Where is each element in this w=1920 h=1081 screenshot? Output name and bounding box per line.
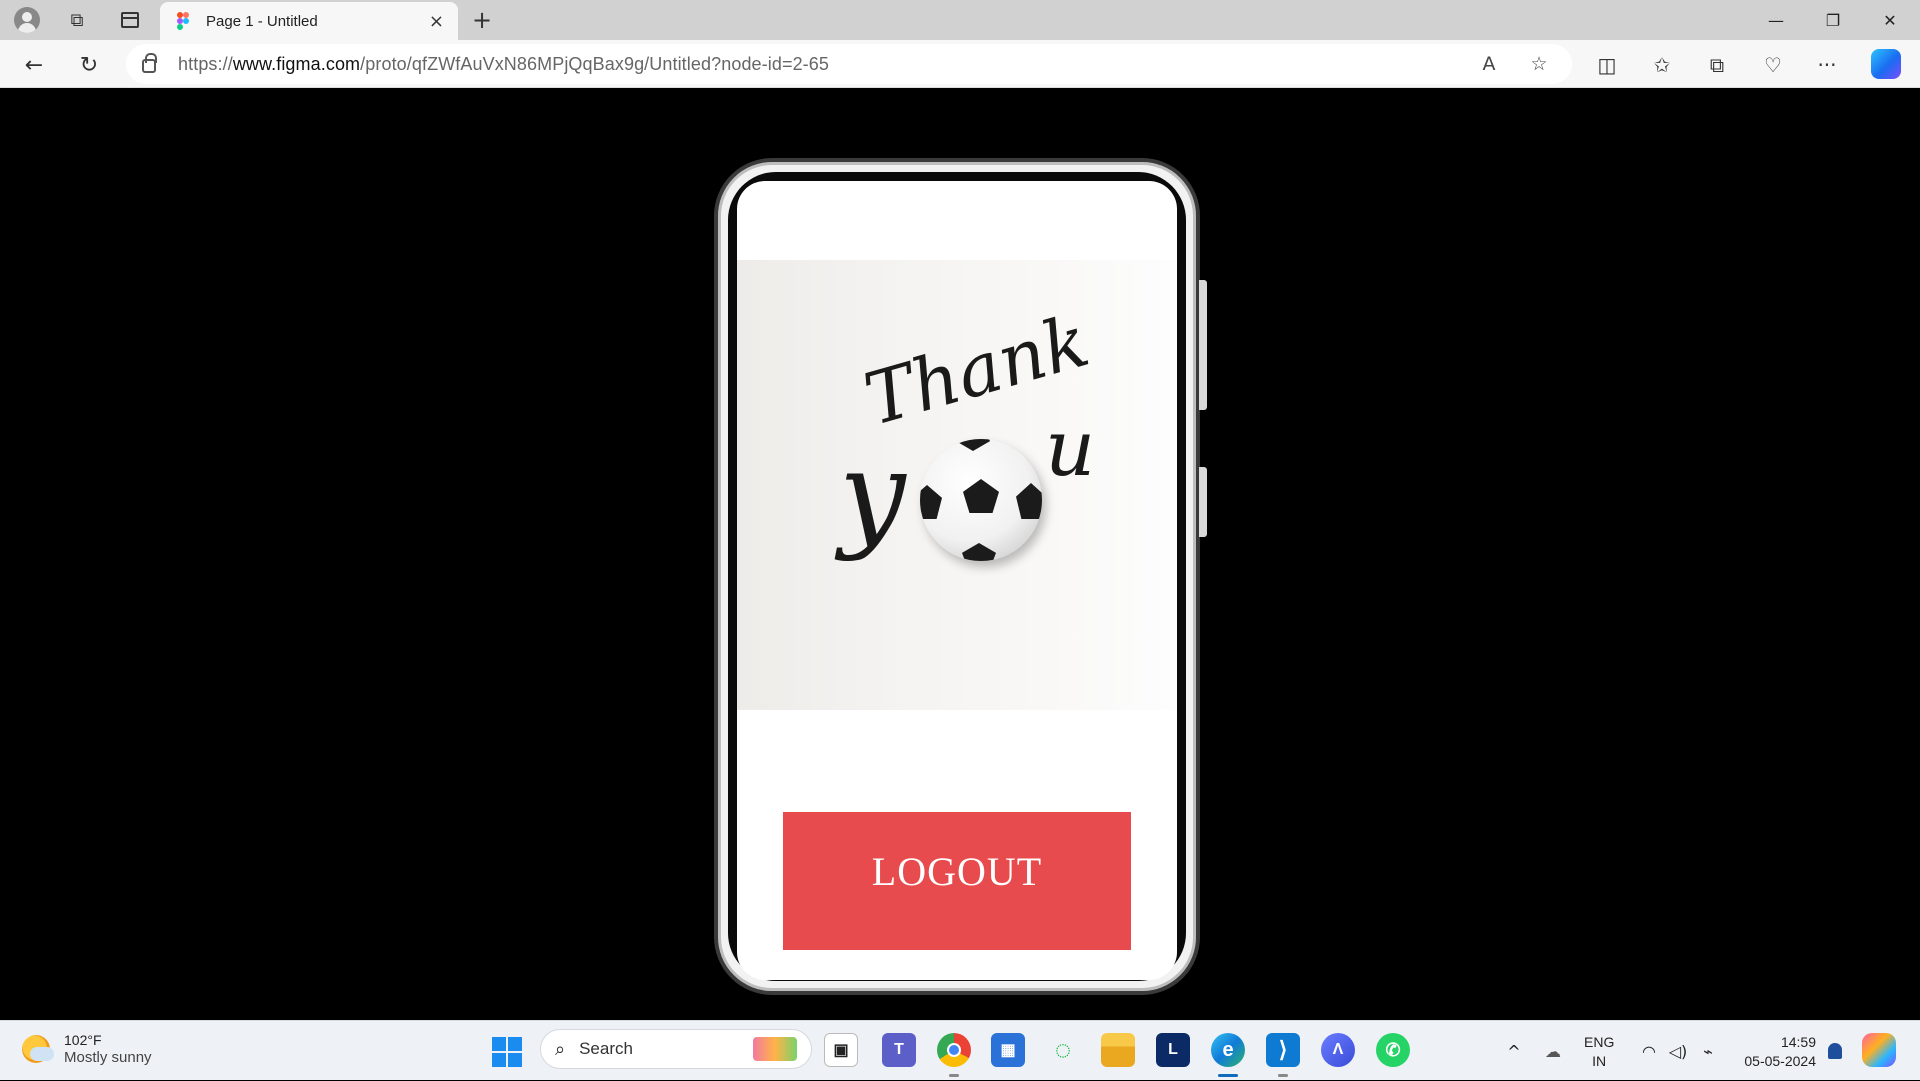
vertical-tabs-icon[interactable] <box>114 4 146 36</box>
url-text[interactable]: https://www.figma.com/proto/qfZWfAuVxN86… <box>178 54 1456 75</box>
copilot-taskbar-icon[interactable] <box>1862 1033 1896 1067</box>
browser-essentials-icon[interactable]: ♡ <box>1756 48 1790 82</box>
lock-icon[interactable] <box>142 53 157 73</box>
phone-side-button <box>1199 467 1207 537</box>
taskbar: 102°F Mostly sunny ⌕ Search ▣ T ▦ ◌ L e … <box>0 1020 1920 1080</box>
copilot-icon[interactable] <box>1871 49 1901 79</box>
weather-condition: Mostly sunny <box>64 1049 152 1066</box>
back-button[interactable]: ← <box>17 48 51 82</box>
weather-temperature: 102°F <box>64 1032 102 1048</box>
volume-icon[interactable]: ◁) <box>1664 1021 1692 1081</box>
thank-you-image: Thank y u <box>737 260 1177 710</box>
taskbar-search[interactable]: ⌕ Search <box>540 1029 812 1069</box>
wifi-icon[interactable]: ◠ <box>1636 1021 1662 1081</box>
edge-icon[interactable]: e <box>1211 1033 1245 1067</box>
workspaces-icon[interactable]: ⧉ <box>61 4 93 36</box>
file-explorer-icon[interactable] <box>1101 1033 1135 1067</box>
browser-tab[interactable]: Page 1 - Untitled × <box>160 2 458 40</box>
thank-you-text-u: u <box>1045 404 1096 494</box>
more-menu-icon[interactable]: ··· <box>1810 48 1844 82</box>
figma-icon <box>174 12 192 30</box>
logout-button[interactable]: LOGOUT <box>783 812 1131 950</box>
reload-button[interactable]: ↻ <box>72 48 106 82</box>
profile-icon[interactable] <box>11 4 43 36</box>
chrome-icon[interactable] <box>937 1033 971 1067</box>
minimize-button[interactable]: — <box>1748 0 1804 40</box>
close-tab-icon[interactable]: × <box>429 11 444 32</box>
favorite-star-icon[interactable]: ☆ <box>1522 47 1556 81</box>
clock[interactable]: 14:59 05-05-2024 <box>1736 1033 1816 1071</box>
show-hidden-icons-chevron-icon[interactable]: ^ <box>1502 1021 1526 1081</box>
teams-icon[interactable]: T <box>882 1033 916 1067</box>
tab-title: Page 1 - Untitled <box>206 12 318 30</box>
arc-app-icon[interactable]: Λ <box>1321 1033 1355 1067</box>
search-highlight-icon <box>753 1037 797 1061</box>
notifications-bell-icon[interactable] <box>1822 1021 1848 1081</box>
logout-label: LOGOUT <box>871 848 1043 894</box>
close-window-button[interactable]: ✕ <box>1862 0 1918 40</box>
address-bar-row: ← ↻ https://www.figma.com/proto/qfZWfAuV… <box>0 40 1920 88</box>
onedrive-icon[interactable]: ☁ <box>1540 1021 1566 1081</box>
battery-icon[interactable]: ⌁ <box>1696 1021 1720 1081</box>
split-screen-icon[interactable]: ◫ <box>1590 48 1624 82</box>
phone-frame: Thank y u LOGOUT <box>714 158 1207 995</box>
l-app-icon[interactable]: L <box>1156 1033 1190 1067</box>
favorites-icon[interactable]: ✩ <box>1645 48 1679 82</box>
phone-side-button <box>1199 280 1207 410</box>
new-tab-button[interactable]: + <box>466 4 498 36</box>
thank-you-text-y: y <box>839 425 906 563</box>
start-button[interactable] <box>492 1037 522 1067</box>
language-indicator[interactable]: ENG IN <box>1584 1033 1614 1071</box>
sunny-weather-icon <box>22 1035 54 1063</box>
phone-screen: Thank y u LOGOUT <box>737 181 1177 980</box>
task-view-icon[interactable]: ▣ <box>824 1033 858 1067</box>
soccer-ball-icon <box>920 439 1042 561</box>
circle-app-icon[interactable]: ◌ <box>1046 1033 1080 1067</box>
collections-icon[interactable]: ⧉ <box>1700 48 1734 82</box>
read-aloud-icon[interactable]: A <box>1472 47 1506 81</box>
microsoft-store-icon[interactable]: ▦ <box>991 1033 1025 1067</box>
url-field[interactable]: https://www.figma.com/proto/qfZWfAuVxN86… <box>126 44 1572 84</box>
search-icon: ⌕ <box>555 1038 566 1060</box>
search-placeholder: Search <box>579 1039 633 1058</box>
vscode-icon[interactable]: ⟩ <box>1266 1033 1300 1067</box>
restore-button[interactable]: ❐ <box>1805 0 1861 40</box>
weather-widget[interactable]: 102°F Mostly sunny <box>22 1031 152 1067</box>
figma-prototype-canvas: Thank y u LOGOUT <box>0 88 1920 1020</box>
tab-bar: ⧉ Page 1 - Untitled × + — ❐ ✕ <box>0 0 1920 40</box>
whatsapp-icon[interactable]: ✆ <box>1376 1033 1410 1067</box>
